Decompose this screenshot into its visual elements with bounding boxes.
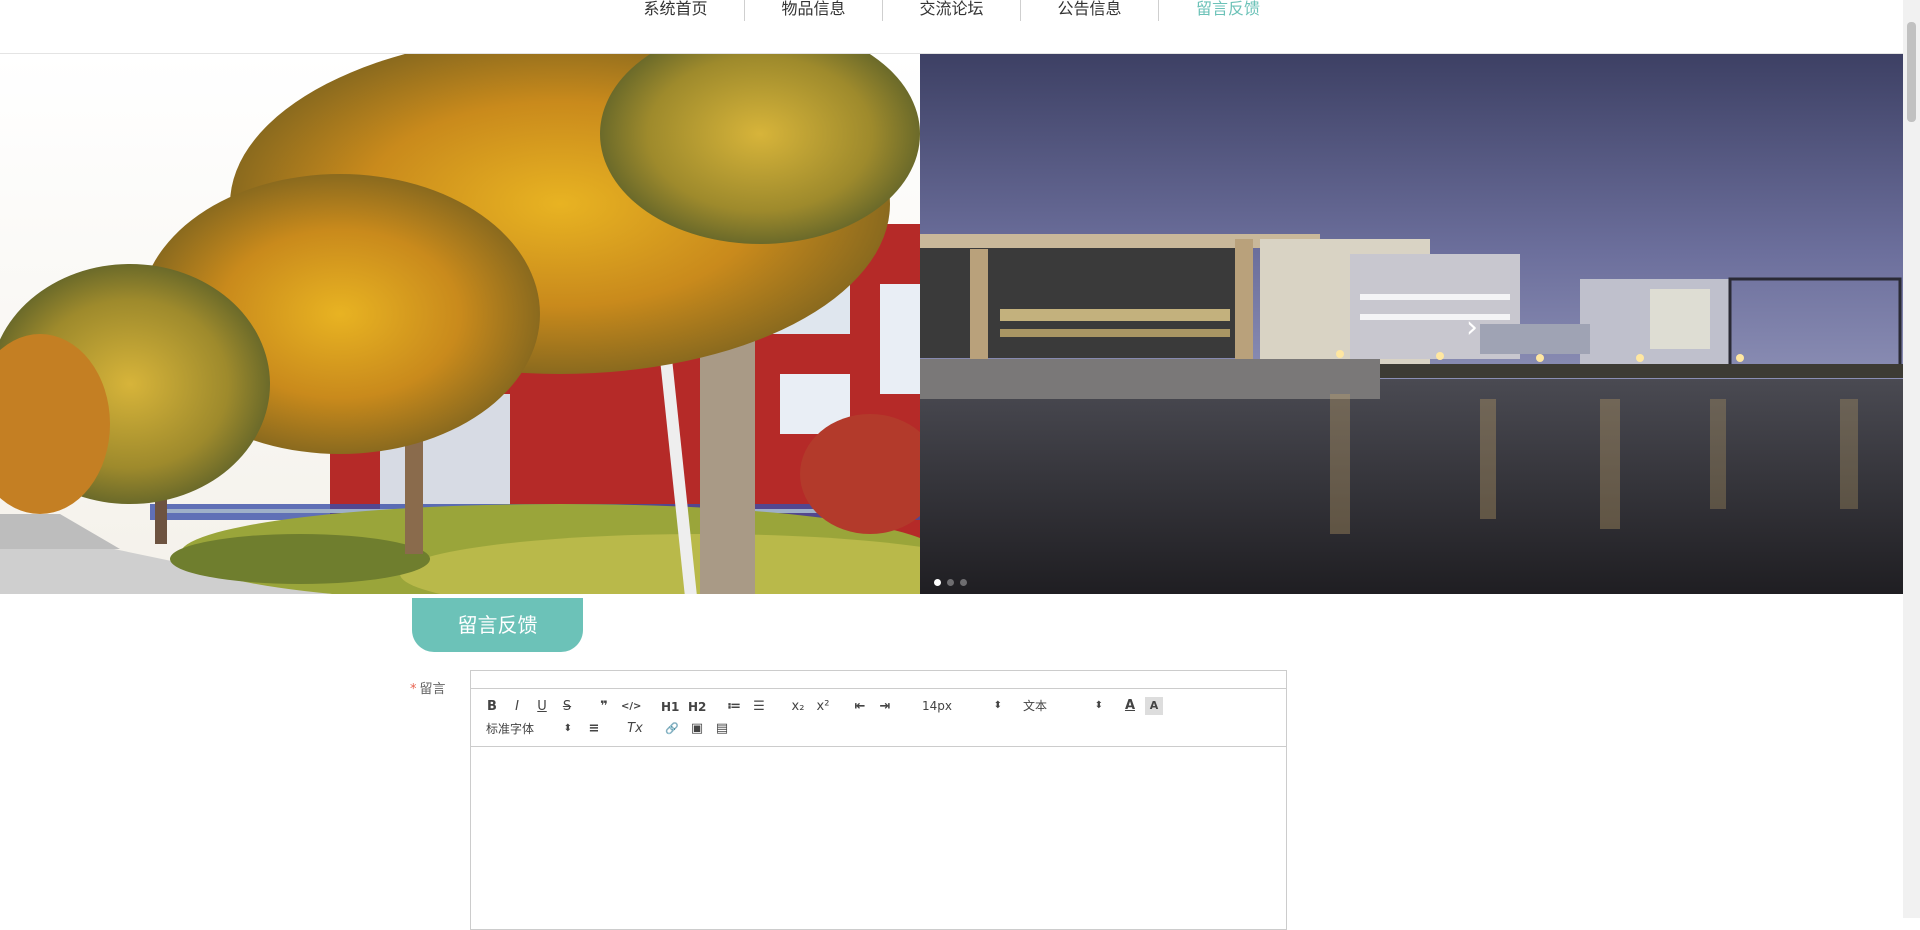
font-color-icon[interactable]: A (1121, 697, 1139, 715)
ordered-list-icon[interactable]: ≔ (725, 698, 743, 716)
font-family-value: 标准字体 (486, 722, 535, 736)
image-carousel: › (0, 54, 1903, 594)
font-size-select-arrow-icon: ⬍ (993, 700, 1002, 711)
nav-list: 系统首页 物品信息 交流论坛 公告信息 留言反馈 (607, 0, 1297, 22)
nav-item-home[interactable]: 系统首页 (607, 0, 745, 21)
blockquote-icon[interactable]: ❞ (595, 698, 613, 716)
carousel-dot-2[interactable] (947, 579, 954, 586)
image-icon[interactable]: ▣ (688, 720, 706, 738)
link-icon[interactable]: 🔗 (663, 720, 681, 738)
heading-1-icon[interactable]: H1 (661, 698, 679, 716)
nav-item-feedback[interactable]: 留言反馈 (1159, 0, 1297, 21)
heading-2-icon[interactable]: H2 (688, 698, 706, 716)
nav-item-forum[interactable]: 交流论坛 (883, 0, 1021, 21)
section-title-feedback: 留言反馈 (412, 598, 583, 652)
scrollbar-thumb[interactable] (1907, 22, 1916, 122)
underline-icon[interactable]: U (533, 698, 551, 716)
editor-toolbar: B I U S ❞ </> H1 H2 ≔ ☰ x₂ x² ⇤ ⇥ 14px ⬍… (471, 689, 1286, 747)
carousel-slide-autumn-campus (0, 54, 920, 594)
carousel-indicators (934, 579, 967, 586)
carousel-dot-1[interactable] (934, 579, 941, 586)
outdent-icon[interactable]: ⇤ (851, 698, 869, 716)
align-icon[interactable]: ≡ (585, 720, 603, 738)
font-size-value: 14px (922, 699, 952, 713)
bullet-list-icon[interactable]: ☰ (750, 698, 768, 716)
nav-item-announcements[interactable]: 公告信息 (1021, 0, 1159, 21)
top-navigation: 系统首页 物品信息 交流论坛 公告信息 留言反馈 (0, 0, 1903, 54)
subscript-icon[interactable]: x₂ (789, 698, 807, 716)
strikethrough-icon[interactable]: S (558, 698, 576, 716)
font-size-select[interactable]: 14px ⬍ (922, 697, 1002, 715)
video-icon[interactable]: ▤ (713, 720, 731, 738)
message-rich-text-editor: B I U S ❞ </> H1 H2 ≔ ☰ x₂ x² ⇤ ⇥ 14px ⬍… (470, 670, 1287, 930)
font-family-select[interactable]: 标准字体 ⬍ (486, 720, 572, 738)
page-scrollbar[interactable] (1903, 0, 1920, 918)
font-family-select-arrow-icon: ⬍ (563, 723, 572, 734)
required-mark: * (410, 682, 417, 697)
bold-icon[interactable]: B (483, 698, 501, 716)
italic-icon[interactable]: I (508, 698, 526, 716)
message-label: * 留言 (410, 678, 446, 697)
message-label-text: 留言 (419, 682, 446, 697)
nav-item-items-info[interactable]: 物品信息 (745, 0, 883, 21)
header-select-arrow-icon: ⬍ (1094, 700, 1103, 711)
header-select[interactable]: 文本 ⬍ (1023, 697, 1103, 715)
code-icon[interactable]: </> (621, 698, 641, 716)
carousel-next-arrow[interactable]: › (1458, 308, 1486, 348)
clear-format-icon[interactable]: Tx (626, 720, 644, 738)
carousel-slide-night-campus (920, 54, 1903, 594)
background-color-icon[interactable]: A (1145, 697, 1163, 715)
indent-icon[interactable]: ⇥ (876, 698, 894, 716)
header-value: 文本 (1023, 699, 1048, 713)
superscript-icon[interactable]: x² (814, 698, 832, 716)
message-editor-body[interactable] (471, 747, 1286, 929)
carousel-dot-3[interactable] (960, 579, 967, 586)
editor-top-border (471, 671, 1286, 689)
